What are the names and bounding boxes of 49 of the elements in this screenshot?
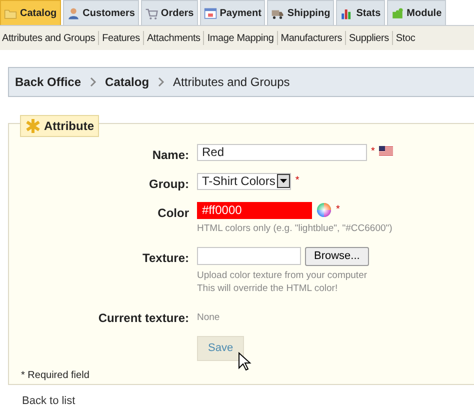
bar-chart-icon xyxy=(340,6,354,20)
field-label: Color xyxy=(156,205,189,222)
select-value: T-Shirt Colors xyxy=(202,174,276,189)
legend-title: Attribute xyxy=(44,118,94,135)
chevron-icon xyxy=(157,77,166,87)
flag-icon xyxy=(378,144,393,158)
breadcrumb-link[interactable]: Back Office xyxy=(15,73,82,91)
subnav-link[interactable]: Suppliers xyxy=(349,30,389,46)
file-path-field[interactable] xyxy=(197,247,301,265)
tab[interactable]: Module xyxy=(386,0,446,25)
required-mark: * xyxy=(295,174,300,188)
required-mark: * xyxy=(371,145,375,159)
field-label: Name: xyxy=(151,147,189,164)
required-field-note: * Required field xyxy=(21,369,90,383)
hint-text: HTML colors only (e.g. "lightblue", "#CC6600") xyxy=(197,222,392,235)
tab[interactable]: Orders xyxy=(140,0,198,25)
field-label: Texture: xyxy=(142,250,189,267)
group-select[interactable]: T-Shirt Colors xyxy=(197,173,292,190)
tab[interactable]: Stats xyxy=(336,0,385,25)
hint-text: This will override the HTML color! xyxy=(197,282,339,295)
field-label: Current texture: xyxy=(97,310,189,327)
name-field[interactable]: Red xyxy=(197,144,367,161)
back-to-list-link[interactable]: Back to list xyxy=(22,395,76,407)
subnav-link[interactable]: Attributes and Groups xyxy=(2,30,96,46)
puzzle-icon xyxy=(390,6,404,20)
required-mark: * xyxy=(336,203,340,217)
tab[interactable]: Payment xyxy=(200,0,266,25)
hint-text: Upload color texture from your computer xyxy=(197,269,368,282)
cart-icon xyxy=(144,6,158,20)
subnav-link[interactable]: Image Mapping xyxy=(207,30,274,46)
subnav-link[interactable]: Attachments xyxy=(146,30,200,46)
current-texture-value: None xyxy=(197,311,220,324)
browse-button[interactable]: Browse... xyxy=(305,247,369,266)
chevron-icon xyxy=(89,77,98,87)
cursor-icon xyxy=(238,352,252,372)
asterisk-icon xyxy=(25,118,41,134)
window-icon xyxy=(204,6,217,20)
breadcrumb-current: Attributes and Groups xyxy=(173,74,290,91)
person-icon xyxy=(66,6,80,20)
tab[interactable]: Catalog xyxy=(0,0,61,25)
breadcrumb-link[interactable]: Catalog xyxy=(105,73,150,91)
subnav-link[interactable]: Features xyxy=(102,30,140,46)
subnav-link[interactable]: Manufacturers xyxy=(280,30,342,46)
field-label: Group: xyxy=(148,176,189,193)
subnav-link[interactable]: Stoc xyxy=(396,30,416,46)
tab[interactable]: Customers xyxy=(62,0,139,25)
tab[interactable]: Shipping xyxy=(267,0,334,25)
color-wheel-icon xyxy=(316,202,332,218)
color-field[interactable]: #ff0000 xyxy=(197,202,312,219)
